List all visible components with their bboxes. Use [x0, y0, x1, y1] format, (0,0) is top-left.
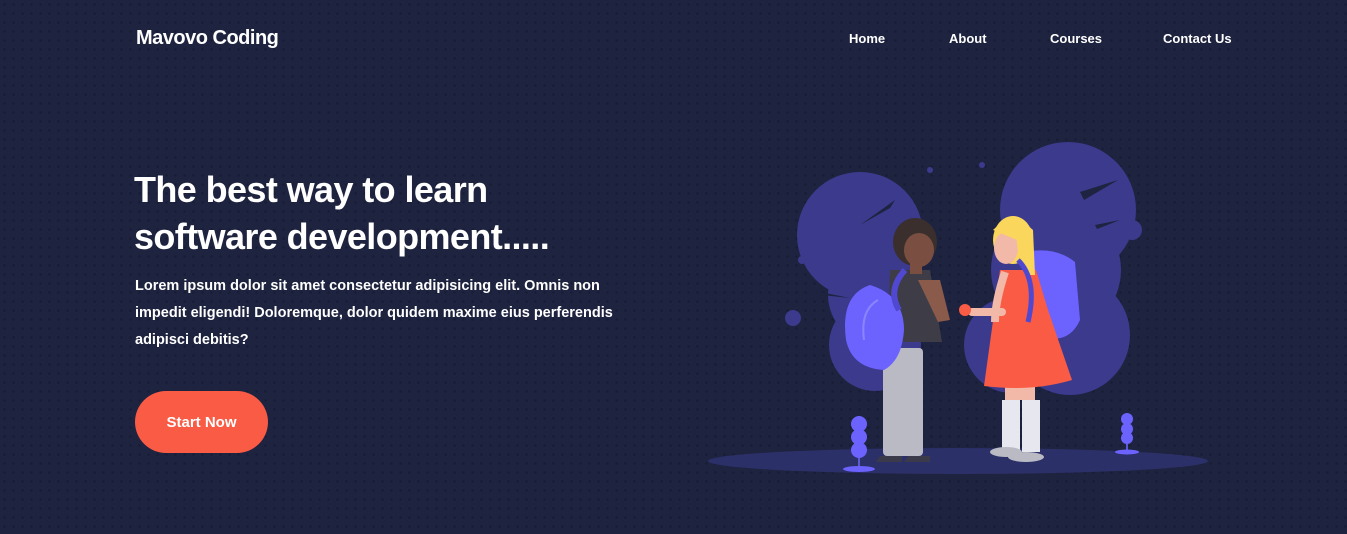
hero-title-line-2: software development..... [134, 216, 550, 257]
nav-link-courses[interactable]: Courses [1050, 31, 1102, 46]
nav-link-home[interactable]: Home [849, 31, 885, 46]
hero-title: The best way to learn software developme… [134, 166, 694, 260]
background-bushes [797, 142, 1136, 395]
students-illustration [708, 142, 1208, 474]
main-nav: Home About Courses Contact Us [0, 31, 1347, 49]
hero-description: Lorem ipsum dolor sit amet consectetur a… [135, 278, 613, 348]
nav-link-contact-us[interactable]: Contact Us [1163, 31, 1232, 46]
nav-link-about[interactable]: About [949, 31, 987, 46]
hero-title-line-1: The best way to learn [134, 169, 488, 210]
right-plant [1115, 413, 1139, 455]
start-now-button[interactable]: Start Now [135, 391, 268, 453]
